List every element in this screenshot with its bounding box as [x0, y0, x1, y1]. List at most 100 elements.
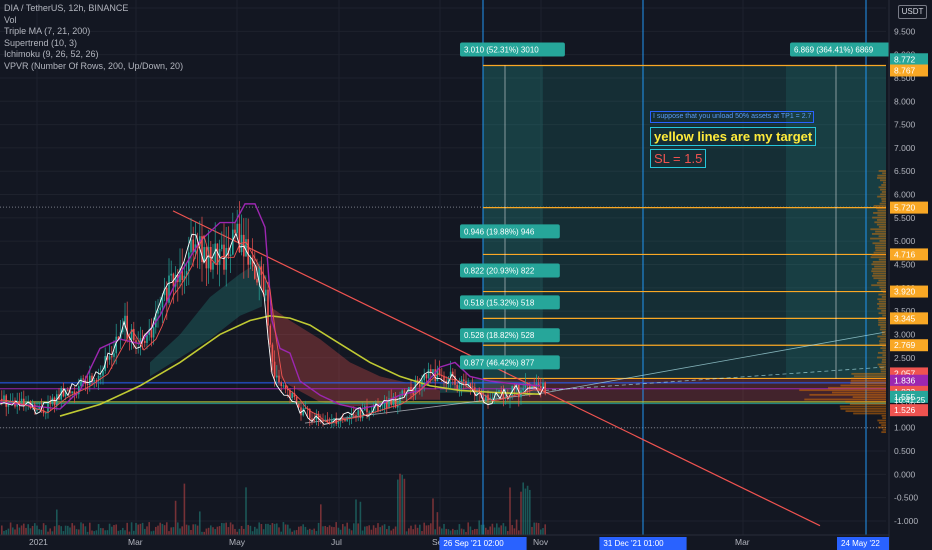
price-chart[interactable]: 0.877 (46.42%) 877 0.528 (18.82%) 528 0.51…	[0, 0, 932, 550]
candle-body	[150, 329, 153, 338]
vpvr-bar	[882, 358, 886, 361]
vpvr-bar	[878, 226, 886, 228]
volume-bar	[533, 522, 535, 535]
volume-bar	[386, 529, 388, 535]
candle-body	[425, 374, 428, 379]
candle-body	[419, 384, 421, 387]
candle-body	[71, 391, 73, 394]
volume-bar	[383, 524, 386, 535]
vpvr-bar	[876, 223, 886, 226]
indicator-vpvr[interactable]: VPVR (Number Of Rows, 200, Up/Down, 20)	[4, 61, 183, 73]
volume-bar	[471, 530, 474, 535]
volume-bar	[403, 478, 406, 535]
vpvr-bar	[870, 228, 886, 231]
time-highlight-text: 31 Dec '21 01:00	[603, 539, 664, 548]
volume-bar	[47, 531, 49, 535]
tp-note[interactable]: I suppose that you unload 50% assets at …	[650, 111, 815, 123]
volume-bar	[381, 525, 384, 535]
candle-body	[410, 387, 412, 391]
price-tick-label: 7.500	[894, 120, 916, 130]
vpvr-bar	[879, 342, 886, 345]
volume-bar	[128, 531, 131, 535]
vpvr-bar	[831, 391, 886, 394]
volume-bar	[344, 526, 346, 535]
candle-body	[399, 396, 401, 405]
indicator-triple-ma[interactable]: Triple MA (7, 21, 200)	[4, 26, 183, 38]
candle-body	[67, 389, 69, 391]
volume-bar	[515, 519, 518, 535]
vpvr-bar	[882, 428, 886, 431]
volume-bar	[458, 524, 461, 535]
candle-body	[49, 402, 51, 404]
symbol-title[interactable]: DIA / TetherUS, 12h, BINANCE	[4, 3, 183, 15]
volume-bars	[1, 473, 546, 535]
volume-bar	[12, 527, 14, 535]
candle-body	[469, 383, 472, 387]
candle-body	[53, 397, 56, 406]
position-label-text: 0.528 (18.82%) 528	[464, 331, 535, 340]
volume-bar	[260, 523, 263, 535]
chart-stage[interactable]: 0.877 (46.42%) 877 0.528 (18.82%) 528 0.51…	[0, 0, 932, 550]
volume-bar	[122, 527, 124, 535]
candle-body	[280, 382, 282, 387]
volume-bar	[251, 531, 254, 535]
volume-bar	[102, 528, 104, 535]
volume-bar	[45, 525, 47, 535]
volume-bar	[166, 522, 168, 535]
candle-body	[502, 393, 505, 399]
candle-body	[3, 395, 5, 401]
vpvr-bar	[839, 405, 886, 408]
volume-bar	[216, 526, 219, 535]
volume-bar	[480, 524, 483, 535]
vpvr-bar	[881, 200, 886, 203]
volume-bar	[196, 525, 199, 535]
volume-bar	[210, 525, 212, 535]
volume-bar	[124, 530, 126, 535]
volume-bar	[304, 526, 307, 535]
vpvr-bar	[880, 326, 886, 329]
indicator-supertrend[interactable]: Supertrend (10, 3)	[4, 38, 183, 50]
volume-bar	[511, 525, 513, 535]
volume-bar	[84, 526, 87, 535]
price-tick-label: -1.000	[894, 516, 918, 526]
currency-button[interactable]: USDT	[898, 5, 927, 19]
target-note[interactable]: yellow lines are my target	[650, 127, 817, 146]
vpvr-bar	[871, 254, 886, 256]
vpvr-bar	[878, 321, 886, 324]
vpvr-bar	[881, 431, 886, 434]
volume-bar	[174, 500, 177, 535]
indicator-vol[interactable]: Vol	[4, 15, 183, 27]
stop-loss-note[interactable]: SL = 1.5	[650, 149, 707, 168]
volume-bar	[177, 522, 179, 535]
price-axis: -1.000-0.5000.0000.5001.0001.5002.0002.5…	[888, 0, 932, 550]
vpvr-bar	[877, 298, 886, 301]
candle-body	[522, 387, 524, 391]
vpvr-bar	[877, 174, 886, 177]
indicator-ichimoku[interactable]: Ichimoku (9, 26, 52, 26)	[4, 49, 183, 61]
volume-bar	[520, 491, 522, 535]
candle-body	[126, 315, 128, 339]
vpvr-bar	[873, 212, 886, 214]
volume-bar	[137, 524, 139, 535]
vpvr-bar	[879, 340, 886, 343]
time-tick-label: 2021	[29, 537, 48, 547]
volume-bar	[467, 522, 469, 535]
candle-body	[190, 239, 192, 253]
vpvr-bar	[881, 361, 886, 364]
vpvr-bar	[878, 323, 886, 326]
price-tag-text: 3.920	[894, 287, 916, 297]
vpvr-bar	[878, 316, 886, 319]
price-tick-label: 2.500	[894, 353, 916, 363]
candle-body	[353, 414, 355, 416]
candle-body	[234, 229, 236, 233]
candle-body	[113, 353, 115, 357]
volume-bar	[443, 523, 445, 535]
candle-body	[108, 356, 111, 360]
volume-bar	[146, 526, 148, 535]
position-label-text: 0.877 (46.42%) 877	[464, 358, 535, 367]
candle-body	[368, 411, 370, 413]
volume-bar	[522, 482, 524, 535]
volume-bar	[335, 522, 337, 535]
volume-bar	[331, 526, 333, 535]
volume-bar	[58, 525, 60, 535]
